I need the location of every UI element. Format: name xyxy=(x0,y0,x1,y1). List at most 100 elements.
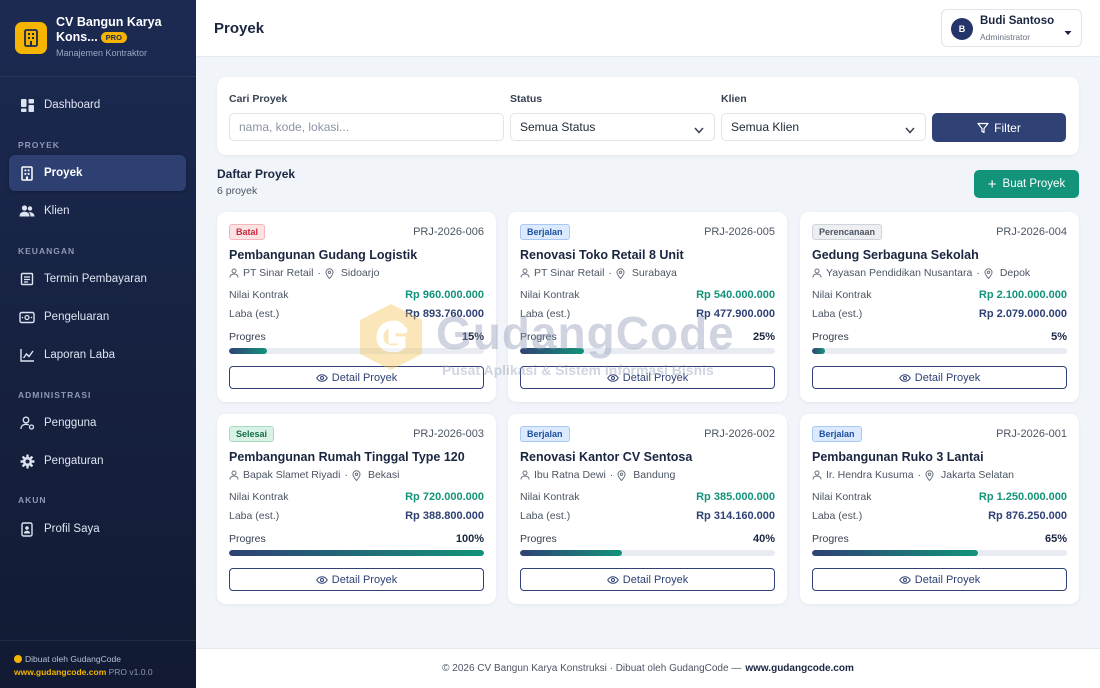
sidebar-item-label: Pengguna xyxy=(44,417,97,429)
detail-project-button[interactable]: Detail Proyek xyxy=(229,366,484,389)
progress-value: 5% xyxy=(1051,331,1067,343)
brand-subtitle: Manajemen Kontraktor xyxy=(56,48,148,58)
project-client: PT Sinar Retail xyxy=(243,267,314,279)
sidebar-footer-divider xyxy=(0,640,196,641)
section-akun: AKUN xyxy=(18,495,47,505)
status-badge: Berjalan xyxy=(812,426,862,442)
project-title[interactable]: Pembangunan Rumah Tinggal Type 120 xyxy=(229,450,465,464)
detail-project-button[interactable]: Detail Proyek xyxy=(520,568,775,591)
profit-value: Rp 2.079.000.000 xyxy=(978,308,1067,320)
detail-project-button[interactable]: Detail Proyek xyxy=(520,366,775,389)
sidebar-item-dashboard[interactable]: Dashboard xyxy=(9,87,186,123)
project-location: Depok xyxy=(999,267,1031,279)
profit-label: Laba (est.) xyxy=(520,308,571,320)
create-project-button[interactable]: + Buat Proyek xyxy=(974,170,1079,198)
detail-label: Detail Proyek xyxy=(914,573,981,586)
detail-label: Detail Proyek xyxy=(622,371,689,384)
filter-button-label: Filter xyxy=(994,120,1021,135)
building-icon xyxy=(19,165,35,181)
contract-label: Nilai Kontrak xyxy=(229,289,289,301)
detail-project-button[interactable]: Detail Proyek xyxy=(812,568,1067,591)
footer-text: © 2026 CV Bangun Karya Konstruksi · Dibu… xyxy=(442,663,742,674)
meta-separator: · xyxy=(317,267,321,279)
chevron-down-icon xyxy=(694,123,704,137)
detail-project-button[interactable]: Detail Proyek xyxy=(229,568,484,591)
sidebar-item-label: Proyek xyxy=(44,167,83,179)
section-keuangan: KEUANGAN xyxy=(18,246,76,256)
progress-label: Progres xyxy=(812,331,849,343)
sidebar-item-label: Klien xyxy=(44,205,70,217)
project-title[interactable]: Gedung Serbaguna Sekolah xyxy=(812,248,979,262)
meta-separator: · xyxy=(344,469,348,481)
profit-label: Laba (est.) xyxy=(520,510,571,522)
project-title[interactable]: Renovasi Toko Retail 8 Unit xyxy=(520,248,684,262)
contract-label: Nilai Kontrak xyxy=(520,491,580,503)
progress-bar xyxy=(812,348,1067,354)
contract-label: Nilai Kontrak xyxy=(812,289,872,301)
avatar: B xyxy=(951,18,973,40)
filter-button[interactable]: Filter xyxy=(932,113,1066,142)
detail-project-button[interactable]: Detail Proyek xyxy=(812,366,1067,389)
project-title[interactable]: Pembangunan Gudang Logistik xyxy=(229,248,417,262)
wallet-icon xyxy=(19,309,35,325)
project-code: PRJ-2026-005 xyxy=(704,226,775,238)
project-title[interactable]: Renovasi Kantor CV Sentosa xyxy=(520,450,692,464)
sidebar-item-label: Termin Pembayaran xyxy=(44,273,147,285)
sidebar-item-pengaturan[interactable]: Pengaturan xyxy=(9,443,186,479)
project-client: Yayasan Pendidikan Nusantara xyxy=(826,267,973,279)
brand[interactable]: CV Bangun Karya Kons... PRO Manajemen Kon… xyxy=(14,14,184,64)
filter-card: Cari Proyek Status Semua Status Klien Se… xyxy=(217,77,1079,155)
funnel-icon xyxy=(977,122,989,133)
project-client: Ibu Ratna Dewi xyxy=(534,469,606,481)
status-select-value: Semua Status xyxy=(520,120,596,134)
eye-icon xyxy=(315,575,328,584)
search-input[interactable] xyxy=(229,113,504,141)
sidebar-item-pengguna[interactable]: Pengguna xyxy=(9,405,186,441)
search-label: Cari Proyek xyxy=(229,93,288,105)
id-badge-icon xyxy=(19,521,35,537)
client-select[interactable]: Semua Klien xyxy=(721,113,926,141)
map-pin-icon xyxy=(325,267,334,279)
sidebar-item-profil[interactable]: Profil Saya xyxy=(9,511,186,547)
project-meta: Bapak Slamet Riyadi · Bekasi xyxy=(229,469,399,481)
status-badge: Berjalan xyxy=(520,224,570,240)
progress-value: 40% xyxy=(752,533,775,545)
profit-value: Rp 477.900.000 xyxy=(696,308,775,320)
sidebar-site-link[interactable]: www.gudangcode.com xyxy=(14,667,106,677)
map-pin-icon xyxy=(984,267,993,279)
project-card: Perencanaan PRJ-2026-004 Gedung Serbagun… xyxy=(800,212,1079,402)
contract-value: Rp 720.000.000 xyxy=(405,491,484,503)
project-location: Bekasi xyxy=(367,469,400,481)
project-code: PRJ-2026-002 xyxy=(704,428,775,440)
caret-down-icon xyxy=(1064,25,1072,39)
profit-label: Laba (est.) xyxy=(812,510,863,522)
project-title[interactable]: Pembangunan Ruko 3 Lantai xyxy=(812,450,984,464)
project-client: Ir. Hendra Kusuma xyxy=(826,469,914,481)
user-menu[interactable]: B Budi Santoso Administrator xyxy=(941,9,1082,47)
project-card: Berjalan PRJ-2026-005 Renovasi Toko Reta… xyxy=(508,212,787,402)
page-footer: © 2026 CV Bangun Karya Konstruksi · Dibu… xyxy=(196,648,1100,688)
profit-value: Rp 876.250.000 xyxy=(988,510,1067,522)
sidebar-item-laporan[interactable]: Laporan Laba xyxy=(9,337,186,373)
sidebar-item-pengeluaran[interactable]: Pengeluaran xyxy=(9,299,186,335)
status-select[interactable]: Semua Status xyxy=(510,113,715,141)
progress-fill xyxy=(520,550,622,556)
list-title: Daftar Proyek xyxy=(217,167,296,181)
top-header: Proyek B Budi Santoso Administrator xyxy=(196,0,1100,57)
project-code: PRJ-2026-003 xyxy=(413,428,484,440)
project-meta: Yayasan Pendidikan Nusantara · Depok xyxy=(812,267,1030,279)
contract-value: Rp 960.000.000 xyxy=(405,289,484,301)
progress-bar xyxy=(520,550,775,556)
meta-separator: · xyxy=(917,469,922,481)
list-count: 6 proyek xyxy=(217,185,258,197)
sidebar-item-proyek[interactable]: Proyek xyxy=(9,155,186,191)
progress-fill xyxy=(520,348,584,354)
gudangcode-dot-icon xyxy=(14,655,22,663)
footer-link[interactable]: www.gudangcode.com xyxy=(745,663,854,674)
sidebar-item-termin[interactable]: Termin Pembayaran xyxy=(9,261,186,297)
sidebar-item-klien[interactable]: Klien xyxy=(9,193,186,229)
map-pin-icon xyxy=(925,469,934,481)
status-label: Status xyxy=(510,93,543,105)
made-by: Dibuat oleh GudangCode xyxy=(25,654,121,664)
progress-fill xyxy=(812,550,978,556)
